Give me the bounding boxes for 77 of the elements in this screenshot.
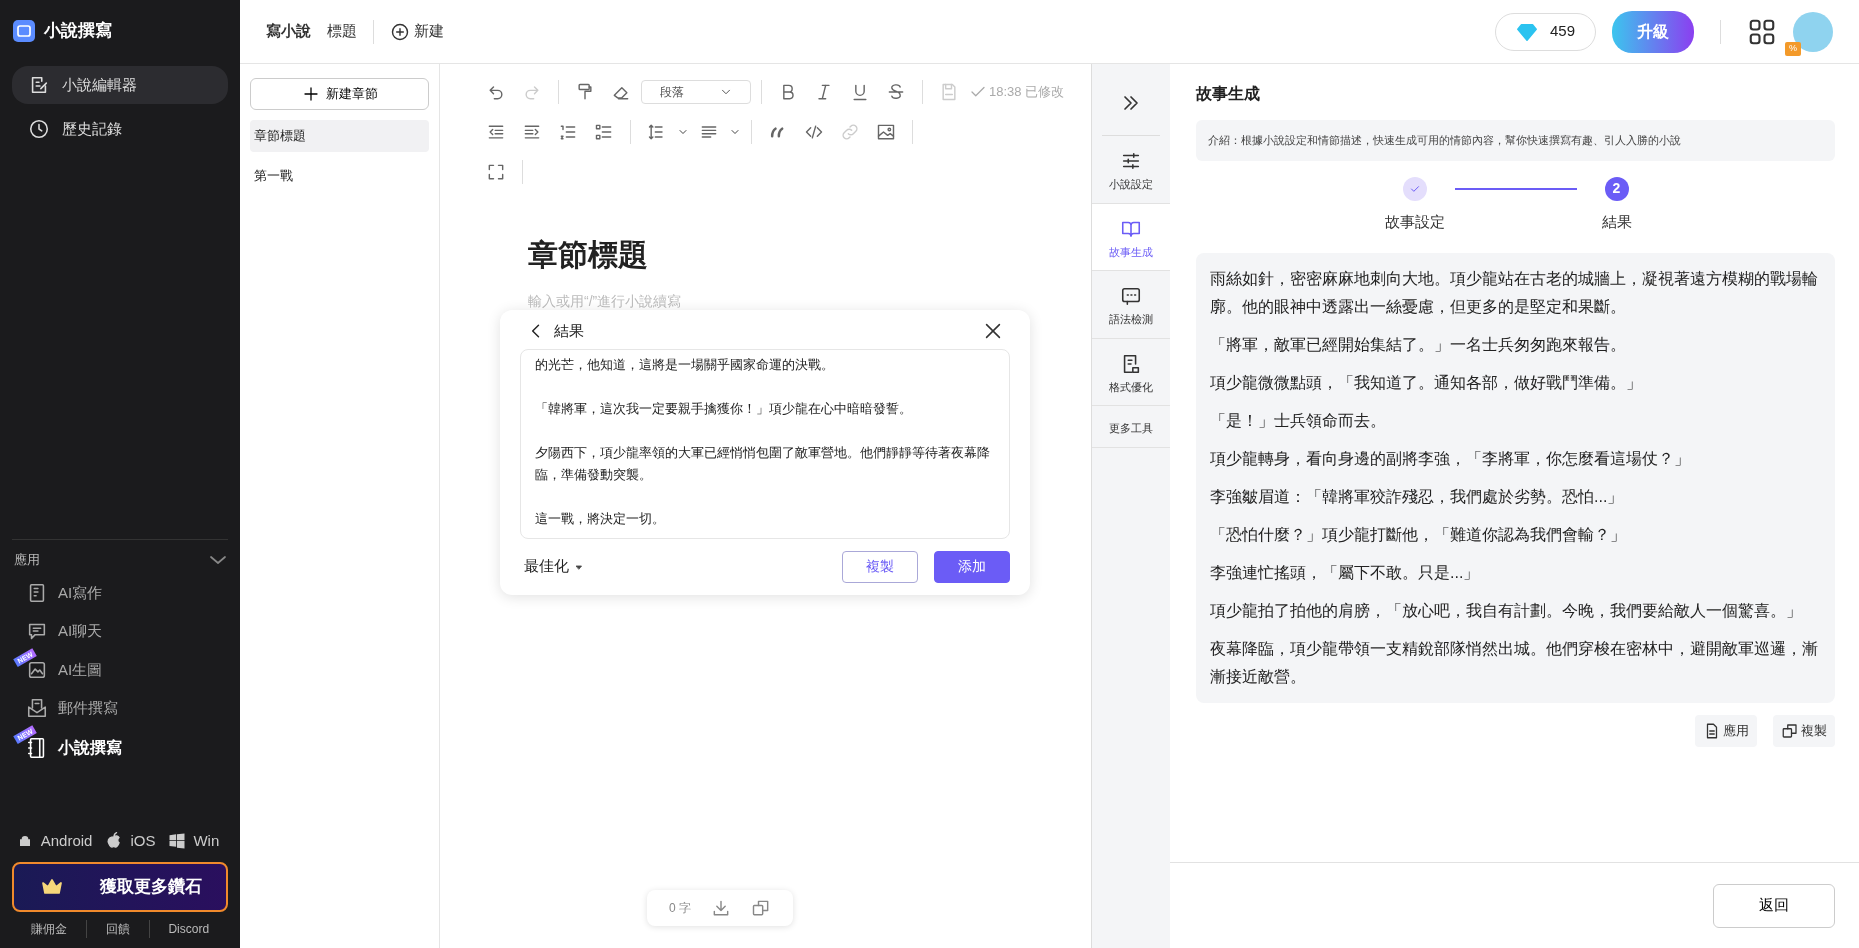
story-paragraph: 項少龍拍了拍他的肩膀，「放心吧，我自有計劃。今晚，我們要給敵人一個驚喜。」 [1210, 601, 1803, 621]
mail-icon [26, 697, 48, 720]
top-tab[interactable]: 標題 [327, 20, 357, 43]
image-icon [876, 122, 896, 142]
story-paragraph: 李強連忙搖頭，「屬下不敢。只是...」 [1210, 563, 1481, 583]
indent-icon [522, 122, 542, 142]
footer-link[interactable]: 回饋 [85, 920, 149, 938]
download-icon [711, 898, 731, 918]
platform-link[interactable]: Android [40, 829, 93, 852]
copy-button[interactable]: 複製 [1773, 715, 1835, 747]
save-icon [939, 82, 959, 102]
app-title: 小說撰寫 [44, 20, 112, 42]
story-paragraph: 「將軍，敵軍已經開始集結了。」一名士兵匆匆跑來報告。 [1210, 335, 1627, 355]
sidebar-nav-item[interactable]: 小說編輯器 [12, 65, 228, 104]
plus-circle-icon [390, 21, 410, 42]
clock-icon [28, 118, 50, 141]
result-paragraph: 的光芒，他知道，這將是一場關乎國家命運的決戰。 [535, 355, 835, 374]
logo-icon [12, 18, 36, 43]
underline-icon [850, 82, 870, 102]
popup-title: 結果 [554, 321, 584, 341]
new-button[interactable]: 新建 [390, 20, 444, 43]
result-paragraph: 「韓將軍，這次我一定要親手擒獲你！」項少龍在心中暗暗發誓。 [535, 399, 913, 418]
copy-button[interactable]: 複製 [842, 550, 918, 583]
tool-rail-item[interactable]: 更多工具 [1092, 406, 1170, 448]
tool-rail-item[interactable]: 格式優化 [1092, 338, 1170, 406]
new-chapter-button[interactable]: 新建章節 [250, 78, 429, 110]
outdent-icon [486, 122, 506, 142]
get-diamonds-button[interactable]: 獲取更多鑽石 [12, 862, 228, 912]
story-paragraph: 李強皺眉道：「韓將軍狡詐殘忍，我們處於劣勢。恐怕...」 [1210, 487, 1625, 507]
save-status: 18:38 已修改 [969, 82, 1065, 102]
story-paragraph: 雨絲如針，密密麻麻地刺向大地。項少龍站在古老的城牆上，凝視著遠方模糊的戰場輪廓。他的眼神中透露出一絲憂慮，但更多的是堅定和果斷。 [1210, 269, 1819, 317]
step-label: 結果 [1601, 211, 1632, 232]
story-paragraph: 項少龍微微點頭，「我知道了。通知各部，做好戰鬥準備。」 [1210, 373, 1643, 393]
sidebar-app-item[interactable]: AI寫作 [12, 573, 228, 612]
word-count: 0 字 [669, 900, 691, 917]
tool-rail-item[interactable]: 語法檢測 [1092, 271, 1170, 339]
chapter-item[interactable]: 章節標題 [250, 120, 429, 152]
result-text-area[interactable]: 的光芒，他知道，這將是一場關乎國家命運的決戰。 「韓將軍，這次我一定要親手擒獲你！」項少龍在心中暗暗發誓。 夕陽西下，項少龍率領的大軍已經悄悄包圍了敵軍營地。他們靜靜等待著夜幕降臨，準備發動突襲。 這一戰，將決定一切。 [520, 348, 1010, 539]
tool-rail-item[interactable]: 故事生成 [1092, 203, 1170, 271]
platform-link[interactable]: Win [193, 829, 220, 852]
sidebar-nav-item[interactable]: 歷史記錄 [12, 110, 228, 149]
section-label: 應用 [14, 551, 40, 569]
story-paragraph: 「恐怕什麼？」項少龍打斷他，「難道你認為我們會輸？」 [1210, 525, 1627, 545]
panel-title: 故事生成 [1196, 84, 1261, 104]
intro-text: 介紹：根據小說設定和情節描述，快速生成可用的情節內容，幫你快速撰寫有趣、引人入勝的小說 [1196, 120, 1835, 161]
platform-link[interactable]: iOS [130, 829, 156, 852]
strikethrough-icon [886, 82, 906, 102]
result-paragraph: 夕陽西下，項少龍率領的大軍已經悄悄包圍了敵軍營地。他們靜靜等待著夜幕降臨，準備發動突襲。 [535, 443, 991, 484]
paragraph-select[interactable]: 段落 [641, 80, 751, 104]
numbered-list-icon [558, 122, 578, 142]
apply-button[interactable]: 應用 [1695, 715, 1757, 747]
back-button[interactable]: 返回 [1713, 883, 1835, 928]
story-paragraph: 夜幕降臨，項少龍帶領一支精銳部隊悄然出城。他們穿梭在密林中，避開敵軍巡邏，漸漸接近敵營。 [1210, 639, 1819, 687]
sliders-icon [1120, 150, 1142, 172]
code-icon [804, 122, 824, 142]
tool-rail-item[interactable]: 小說設定 [1092, 136, 1170, 204]
footer-link[interactable]: Discord [148, 920, 228, 938]
link-icon [840, 122, 860, 142]
chapter-item[interactable]: 第一戰 [250, 159, 429, 191]
top-tab[interactable]: 寫小說 [266, 20, 311, 43]
copy-icon [751, 898, 771, 918]
bullet-list-icon [594, 122, 614, 142]
result-paragraph: 這一戰，將決定一切。 [535, 509, 666, 528]
step-label: 故事設定 [1384, 211, 1445, 232]
add-button[interactable]: 添加 [934, 550, 1010, 583]
upgrade-button[interactable]: 升級 [1612, 10, 1694, 53]
story-paragraph: 「是！」士兵領命而去。 [1210, 411, 1387, 431]
footer-link[interactable]: 賺佣金 [12, 920, 86, 938]
mode-select[interactable]: 最佳化 [524, 555, 585, 578]
chapter-heading: 章節標題 [528, 237, 649, 273]
discount-badge: % [1785, 42, 1801, 56]
fullscreen-icon [486, 162, 506, 182]
story-paragraph: 項少龍轉身，看向身邊的副將李強，「李將軍，你怎麼看這場仗？」 [1210, 449, 1691, 469]
copy-icon [1781, 722, 1799, 740]
step-number: 2 [1604, 176, 1629, 201]
grammar-icon [1120, 285, 1142, 307]
format-painter-icon [575, 82, 595, 102]
